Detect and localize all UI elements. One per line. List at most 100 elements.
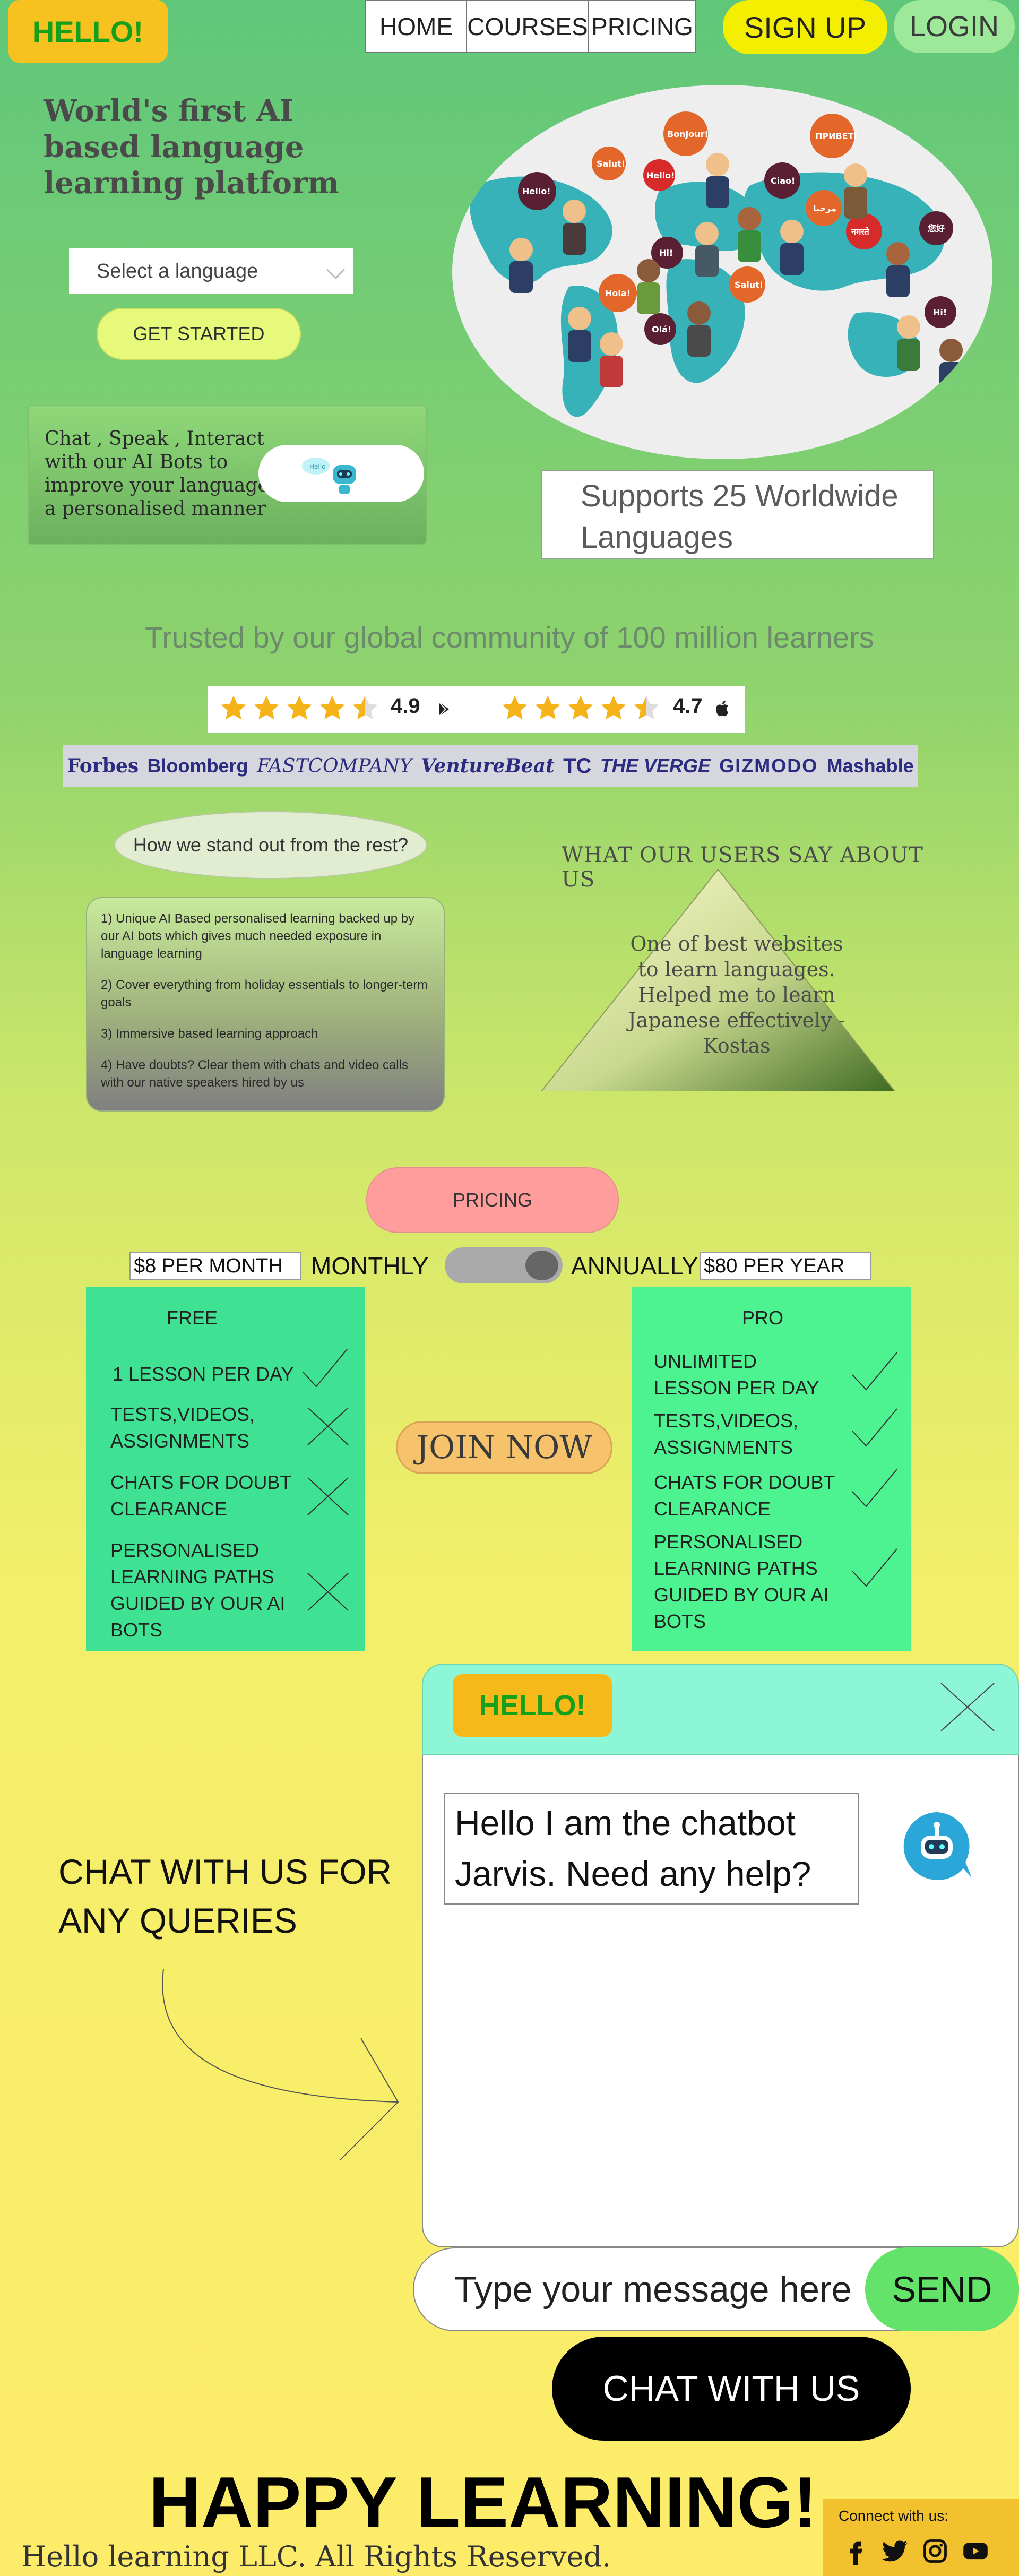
close-icon[interactable] [938,1681,997,1734]
world-map-icon: Hello! Salut! Hello! Bonjour! ПРИВЕТ! Ci… [470,111,963,417]
press-logo: Forbes [67,755,139,777]
greeting-bubble: Salut! [597,159,625,169]
login-button[interactable]: LOGIN [894,0,1015,53]
pro-plan-card: PRO UNLIMITED LESSON PER DAY TESTS,VIDEO… [632,1287,911,1651]
plan-feature: CHATS FOR DOUBT CLEARANCE [654,1471,835,1520]
language-select[interactable]: Select a language [69,248,353,294]
plan-feature: PERSONALISED LEARNING PATHS GUIDED BY OU… [110,1539,286,1641]
monthly-label: MONTHLY [311,1252,429,1280]
plan-feature: TESTS,VIDEOS, ASSIGNMENTS [654,1410,799,1458]
twitter-icon[interactable] [881,2537,909,2565]
world-map-illustration: Hello! Salut! Hello! Bonjour! ПРИВЕТ! Ci… [452,85,992,459]
star-icon [254,695,279,720]
copyright-text: Hello learning LLC. All Rights Reserved. [21,2540,611,2573]
bot-pill: Hello [258,445,424,502]
greeting-bubble: Hi! [933,307,947,317]
greeting-bubble: مرحبا [813,203,836,213]
chat-cta-text: CHAT WITH US FOR ANY QUERIES [58,1852,392,1940]
feature-item: 3) Immersive based learning approach [101,1027,318,1041]
press-logo: Mashable [826,755,914,777]
robot-icon: Hello [299,452,384,495]
chat-logo: HELLO! [453,1674,612,1737]
hero-title: World's first AI based language learning… [44,93,339,201]
ratings-bar: 4.9 4.7 [208,686,745,733]
nav-pricing[interactable]: PRICING [588,0,696,53]
nav-courses[interactable]: COURSES [466,0,589,53]
greeting-bubble: Hello! [522,186,551,196]
greeting-bubble: नमस्ते [851,227,870,237]
feature-item: 4) Have doubts? Clear them with chats an… [101,1058,408,1090]
star-icon [287,695,312,720]
play-store-rating: 4.9 [391,694,420,718]
feature-item: 2) Cover everything from holiday essenti… [101,978,428,1010]
star-icon [502,695,528,720]
cross-icon [307,1573,349,1611]
happy-learning-heading: HAPPY LEARNING! [149,2462,817,2543]
supported-languages-box: Supports 25 Worldwide Languages [541,470,934,559]
features-list: 1) Unique AI Based personalised learning… [86,897,445,1112]
toggle-knob[interactable] [525,1251,558,1280]
pro-plan-title: PRO [742,1307,784,1329]
press-logos: Forbes Bloomberg FASTCOMPANY VentureBeat… [63,745,918,787]
annually-label: ANNUALLY [571,1252,698,1280]
social-connect-box: Connect with us: [823,2499,1019,2576]
press-logo: THE VERGE [600,755,711,777]
arrow-icon [162,1969,399,2161]
youtube-icon[interactable] [962,2537,989,2565]
free-plan-card: FREE 1 LESSON PER DAY TESTS,VIDEOS, ASSI… [86,1287,365,1651]
bot-message: Hello I am the chatbot Jarvis. Need any … [444,1793,859,1905]
chat-window-header: HELLO! [422,1664,1019,1755]
greeting-bubble: Hola! [605,288,631,298]
press-logo: TC [563,754,592,778]
plan-feature: UNLIMITED LESSON PER DAY [654,1350,819,1399]
billing-toggle[interactable] [445,1247,563,1283]
facebook-icon[interactable] [842,2537,869,2565]
app-store-rating: 4.7 [673,694,703,718]
star-icon [319,695,345,720]
language-select-value: Select a language [97,260,258,282]
check-icon [852,1352,897,1391]
chat-window-body: Hello I am the chatbot Jarvis. Need any … [422,1755,1019,2247]
get-started-button[interactable]: GET STARTED [97,308,301,360]
testimonial-quote: One of best websites to learn languages.… [628,932,845,1057]
send-button[interactable]: SEND [865,2247,1019,2331]
plan-feature: TESTS,VIDEOS, ASSIGNMENTS [110,1403,255,1452]
greeting-bubble: Bonjour! [667,129,709,139]
check-icon [852,1469,897,1507]
connect-label: Connect with us: [839,2508,948,2524]
nav-home[interactable]: HOME [365,0,467,53]
pricing-button[interactable]: PRICING [366,1167,619,1233]
feature-item: 1) Unique AI Based personalised learning… [101,911,415,961]
join-now-button[interactable]: JOIN NOW [396,1421,612,1474]
greeting-bubble: Olá! [652,324,671,334]
chatbot-avatar-icon [903,1812,972,1880]
check-icon [302,1349,348,1388]
plan-feature: PERSONALISED LEARNING PATHS GUIDED BY OU… [654,1531,829,1632]
free-plan-title: FREE [167,1307,218,1329]
greeting-bubble: 您好 [928,223,945,234]
plan-feature: 1 LESSON PER DAY [113,1363,294,1385]
star-icon [535,695,560,720]
monthly-price: $8 PER MONTH [129,1252,301,1280]
instagram-icon[interactable] [921,2537,949,2565]
plan-feature: CHATS FOR DOUBT CLEARANCE [110,1471,291,1520]
cross-icon [307,1407,349,1445]
star-icon [601,695,626,720]
apple-icon [715,700,729,717]
standout-heading: How we stand out from the rest? [114,811,427,879]
star-icon [568,695,593,720]
logo-button[interactable]: HELLO! [8,0,168,63]
trusted-headline: Trusted by our global community of 100 m… [145,621,874,654]
chevron-down-icon [326,260,346,280]
signup-button[interactable]: SIGN UP [723,0,887,54]
greeting-bubble: Ciao! [771,176,795,186]
check-icon [852,1548,897,1587]
annual-price: $80 PER YEAR [700,1252,871,1280]
chat-with-us-button[interactable]: CHAT WITH US [552,2337,911,2441]
press-logo: Bloomberg [147,755,248,777]
greeting-bubble: Hi! [659,248,673,258]
half-star-icon [352,695,378,720]
press-logo: VentureBeat [420,755,555,777]
star-icon [221,695,246,720]
check-icon [852,1408,897,1447]
